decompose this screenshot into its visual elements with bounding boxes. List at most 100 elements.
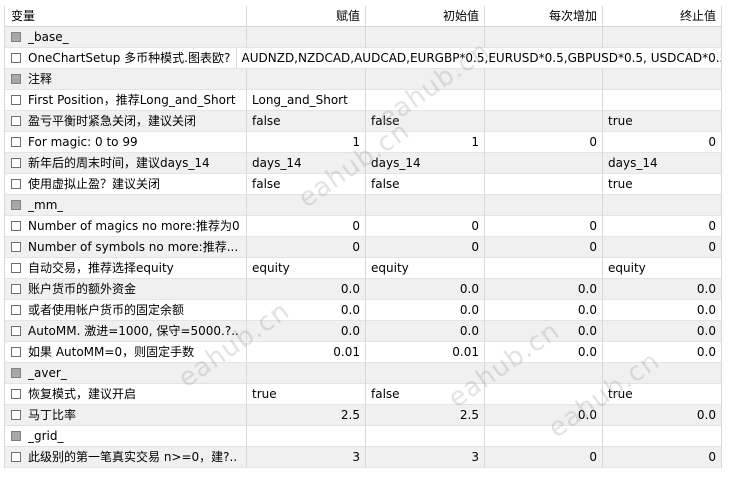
stop-cell[interactable] [603,69,721,90]
header-value[interactable]: 赋值 [247,6,366,26]
value-cell[interactable]: AUDNZD,NZDCAD,AUDCAD,EURGBP*0.5,EURUSD*0… [236,48,721,69]
start-cell[interactable]: 0 [366,237,485,258]
parameter-row[interactable]: 自动交易，推荐选择equity equity equity equity [5,258,721,279]
optimize-checkbox[interactable] [11,263,21,273]
stop-cell[interactable] [603,363,721,384]
start-cell[interactable] [366,363,485,384]
parameter-row[interactable]: 马丁比率 2.5 2.5 0.0 0.0 [5,405,721,426]
step-cell[interactable]: 0.0 [485,279,603,300]
optimize-checkbox[interactable] [11,221,21,231]
value-cell[interactable]: false [247,174,366,195]
start-cell[interactable]: 1 [366,132,485,153]
value-cell[interactable] [247,363,366,384]
value-cell[interactable]: 0.0 [247,300,366,321]
step-cell[interactable] [485,90,603,111]
value-cell[interactable]: 0.01 [247,342,366,363]
header-step[interactable]: 每次增加 [485,6,603,26]
step-cell[interactable]: 0 [485,132,603,153]
step-cell[interactable]: 0 [485,216,603,237]
group-row[interactable]: _mm_ [5,195,721,216]
value-cell[interactable]: Long_and_Short [247,90,366,111]
parameter-row[interactable]: 恢复模式，建议开启 true false true [5,384,721,405]
step-cell[interactable]: 0.0 [485,405,603,426]
step-cell[interactable]: 0.0 [485,342,603,363]
group-row[interactable]: _aver_ [5,363,721,384]
step-cell[interactable] [485,195,603,216]
start-cell[interactable]: 0 [366,216,485,237]
optimize-checkbox[interactable] [11,326,21,336]
group-row[interactable]: _grid_ [5,426,721,447]
parameter-row[interactable]: First Position，推荐Long_and_Short Long_and_… [5,90,721,111]
optimize-checkbox[interactable] [11,452,21,462]
optimize-checkbox[interactable] [11,410,21,420]
stop-cell[interactable]: 0.0 [603,300,721,321]
start-cell[interactable]: 0.01 [366,342,485,363]
step-cell[interactable] [485,363,603,384]
group-row[interactable]: _base_ [5,27,721,48]
value-cell[interactable]: 2.5 [247,405,366,426]
stop-cell[interactable]: 0.0 [603,342,721,363]
value-cell[interactable]: 0 [247,237,366,258]
parameter-row[interactable]: 或者使用帐户货币的固定余额 0.0 0.0 0.0 0.0 [5,300,721,321]
group-row[interactable]: 注释 [5,69,721,90]
stop-cell[interactable] [603,27,721,48]
stop-cell[interactable]: 0.0 [603,279,721,300]
stop-cell[interactable]: 0 [603,216,721,237]
parameter-row[interactable]: 如果 AutoMM=0，则固定手数 0.01 0.01 0.0 0.0 [5,342,721,363]
start-cell[interactable] [366,90,485,111]
stop-cell[interactable]: 0 [603,237,721,258]
parameter-row[interactable]: 此级别的第一笔真实交易 n>=0，建?.. 3 3 0 0 [5,447,721,468]
step-cell[interactable]: 0.0 [485,300,603,321]
step-cell[interactable] [485,384,603,405]
start-cell[interactable]: false [366,384,485,405]
optimize-checkbox[interactable] [11,242,21,252]
step-cell[interactable] [485,111,603,132]
optimize-checkbox[interactable] [11,347,21,357]
optimize-checkbox[interactable] [11,158,21,168]
value-cell[interactable]: 3 [247,447,366,468]
stop-cell[interactable]: 0.0 [603,321,721,342]
parameter-row[interactable]: OneChartSetup 多币种模式.图表欧?.. AUDNZD,NZDCAD,… [5,48,721,69]
parameter-row[interactable]: AutoMM. 激进=1000, 保守=5000.?.. 0.0 0.0 0.0 0.0 [5,321,721,342]
start-cell[interactable] [366,27,485,48]
start-cell[interactable]: 0.0 [366,300,485,321]
group-checkbox[interactable] [11,32,21,42]
value-cell[interactable]: 1 [247,132,366,153]
header-start[interactable]: 初始值 [366,6,485,26]
start-cell[interactable]: days_14 [366,153,485,174]
optimize-checkbox[interactable] [11,137,21,147]
parameter-row[interactable]: 账户货币的额外资金 0.0 0.0 0.0 0.0 [5,279,721,300]
start-cell[interactable]: 3 [366,447,485,468]
start-cell[interactable]: equity [366,258,485,279]
step-cell[interactable]: 0 [485,237,603,258]
stop-cell[interactable]: days_14 [603,153,721,174]
step-cell[interactable] [485,69,603,90]
value-cell[interactable] [247,69,366,90]
start-cell[interactable] [366,426,485,447]
header-stop[interactable]: 终止值 [603,6,721,26]
value-cell[interactable]: true [247,384,366,405]
stop-cell[interactable]: true [603,111,721,132]
value-cell[interactable]: false [247,111,366,132]
stop-cell[interactable] [603,426,721,447]
stop-cell[interactable]: 0 [603,447,721,468]
step-cell[interactable] [485,174,603,195]
header-variable[interactable]: 变量 [5,6,247,26]
stop-cell[interactable]: 0.0 [603,405,721,426]
value-cell[interactable]: 0.0 [247,279,366,300]
start-cell[interactable] [366,69,485,90]
start-cell[interactable] [366,195,485,216]
parameter-row[interactable]: 使用虚拟止盈？建议关闭 false false true [5,174,721,195]
value-cell[interactable]: 0.0 [247,321,366,342]
start-cell[interactable]: false [366,174,485,195]
group-checkbox[interactable] [11,74,21,84]
optimize-checkbox[interactable] [11,389,21,399]
optimize-checkbox[interactable] [11,284,21,294]
step-cell[interactable]: 0.0 [485,321,603,342]
optimize-checkbox[interactable] [11,95,21,105]
parameter-row[interactable]: Number of symbols no more:推荐... 0 0 0 0 [5,237,721,258]
parameter-row[interactable]: Number of magics no more:推荐为0 0 0 0 0 [5,216,721,237]
step-cell[interactable] [485,426,603,447]
start-cell[interactable]: 0.0 [366,321,485,342]
value-cell[interactable]: equity [247,258,366,279]
